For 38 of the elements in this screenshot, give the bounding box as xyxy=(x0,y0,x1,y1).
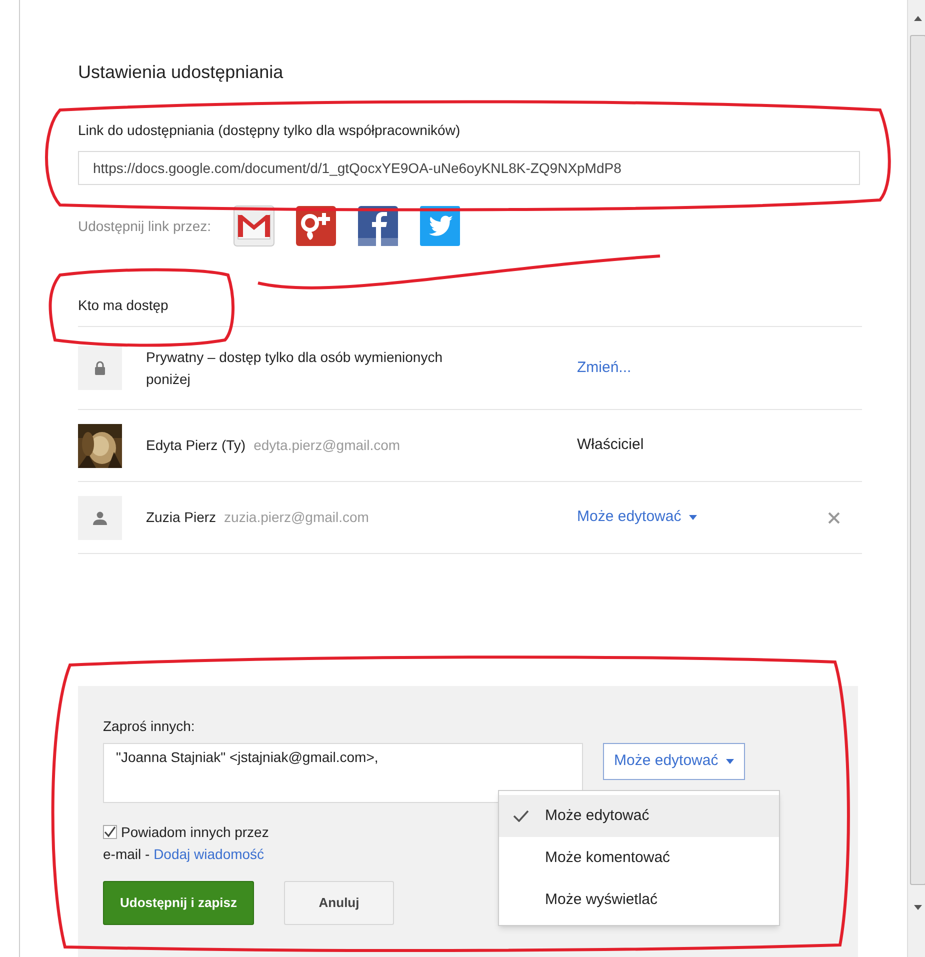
role-dropdown[interactable]: Może edytować xyxy=(577,506,698,529)
facebook-icon[interactable] xyxy=(357,205,400,247)
menu-item[interactable]: Może edytować xyxy=(499,795,779,837)
lock-icon xyxy=(78,346,122,390)
share-save-button[interactable]: Udostępnij i zapisz xyxy=(103,881,254,925)
caret-icon xyxy=(689,515,698,520)
person-name: Zuzia Pierz xyxy=(146,508,216,527)
dialog-title: Ustawienia udostępniania xyxy=(78,61,284,84)
person-name: Edyta Pierz (Ty) xyxy=(146,436,246,455)
section-title: Kto ma dostęp xyxy=(78,296,170,315)
link-label: Link do udostępniania (dostępny tylko dla współpracowników) xyxy=(78,121,462,140)
notify-text: e-mail - xyxy=(103,845,151,864)
caret-icon xyxy=(726,759,734,764)
cancel-button[interactable]: Anuluj xyxy=(284,881,394,925)
person-email: edyta.pierz@gmail.com xyxy=(254,436,400,455)
link-field[interactable]: https://docs.google.com/document/d/1_gtQocxYE9OA-uNe6oyKNL8K-ZQ9NXpMdP8 xyxy=(78,151,860,185)
mail-icon[interactable] xyxy=(233,205,276,247)
scrollbar[interactable] xyxy=(907,0,925,957)
visibility-text: Prywatny – dostęp tylko dla osób wymienionych poniżej xyxy=(146,348,444,389)
check-icon xyxy=(513,810,529,822)
menu-item[interactable]: Może komentować xyxy=(499,837,779,879)
bird-icon[interactable] xyxy=(419,205,462,247)
scroll-down-icon[interactable] xyxy=(914,905,922,910)
invite-field[interactable]: "Joanna Stajniak" <jstajniak@gmail.com>, xyxy=(103,743,583,803)
notify-checkbox[interactable] xyxy=(103,825,117,839)
person-icon xyxy=(78,496,122,540)
scroll-up-icon[interactable] xyxy=(914,16,922,21)
change-link[interactable]: Zmień... xyxy=(577,356,632,380)
role-text: Właściciel xyxy=(577,435,644,456)
notify-text: Powiadom innych przez xyxy=(121,823,269,842)
share-via-label: Udostępnij link przez: xyxy=(78,216,212,236)
permission-dropdown[interactable]: Może edytować xyxy=(603,743,746,780)
menu-item[interactable]: Może wyświetlać xyxy=(499,879,779,921)
close-icon[interactable] xyxy=(828,512,840,524)
add-message-link[interactable]: Dodaj wiadomość xyxy=(154,843,264,865)
plus-icon[interactable] xyxy=(295,205,338,247)
person-email: zuzia.pierz@gmail.com xyxy=(224,508,369,527)
invite-label: Zaproś innych: xyxy=(103,717,196,736)
